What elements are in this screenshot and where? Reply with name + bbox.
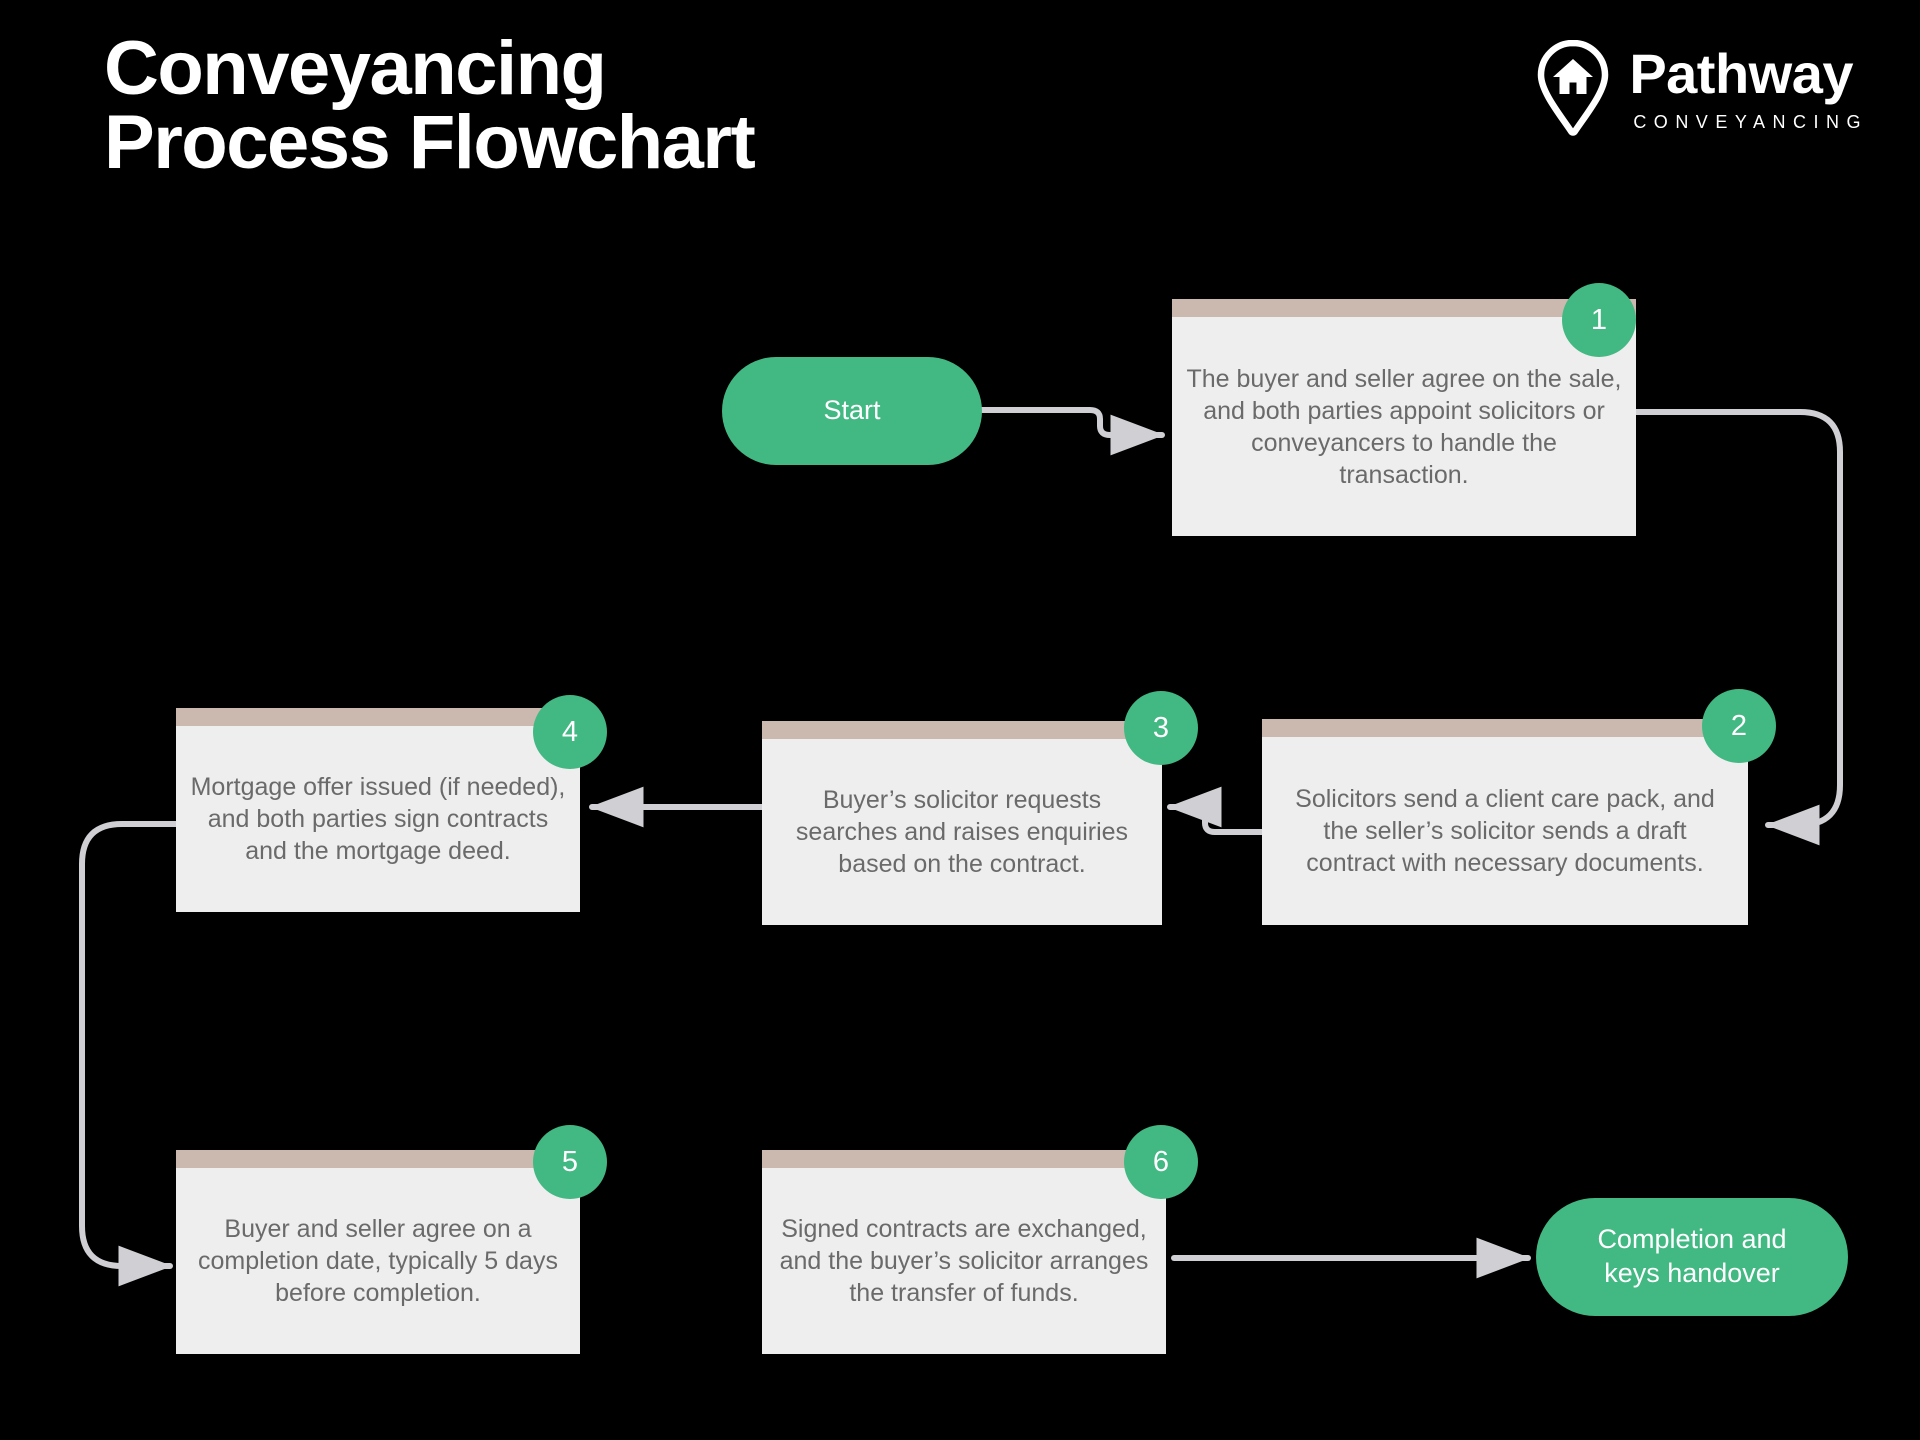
step-box-3[interactable]: Buyer’s solicitor requests searches and … bbox=[762, 721, 1162, 925]
step-box-4[interactable]: Mortgage offer issued (if needed), and b… bbox=[176, 708, 580, 912]
step-box-6[interactable]: Signed contracts are exchanged, and the … bbox=[762, 1150, 1166, 1354]
start-node-label: Start bbox=[823, 395, 881, 426]
step-box-3-accent-bar bbox=[762, 721, 1162, 739]
step-badge-2-number: 2 bbox=[1730, 709, 1748, 742]
end-node[interactable]: Completion and keys handover bbox=[1536, 1198, 1848, 1316]
step-badge-3: 3 bbox=[1124, 691, 1198, 765]
brand-name: Pathway bbox=[1629, 42, 1854, 105]
start-node[interactable]: Start bbox=[722, 357, 982, 465]
step-badge-1-number: 1 bbox=[1590, 303, 1608, 336]
step-badge-4-number: 4 bbox=[561, 715, 579, 748]
step-badge-3-number: 3 bbox=[1152, 711, 1170, 744]
brand-logo: Pathway CONVEYANCING bbox=[1535, 40, 1868, 136]
step-badge-5-number: 5 bbox=[561, 1145, 579, 1178]
step-box-6-text: Signed contracts are exchanged, and the … bbox=[779, 1215, 1149, 1307]
step-box-5-accent-bar bbox=[176, 1150, 580, 1168]
step-badge-4: 4 bbox=[533, 695, 607, 769]
step-box-6-accent-bar bbox=[762, 1150, 1166, 1168]
map-pin-house-icon bbox=[1538, 40, 1609, 136]
step-box-2-accent-bar bbox=[1262, 719, 1748, 737]
step-badge-2: 2 bbox=[1702, 689, 1776, 763]
page-title: Conveyancing Process Flowchart bbox=[104, 26, 756, 186]
step-badge-6-number: 6 bbox=[1152, 1145, 1170, 1178]
step-box-2-text: Solicitors send a client care pack, and … bbox=[1295, 785, 1715, 877]
connector-2-to-3 bbox=[1167, 786, 1265, 835]
step-box-3-text: Buyer’s solicitor requests searches and … bbox=[795, 786, 1129, 878]
brand-subtitle: CONVEYANCING bbox=[1633, 112, 1868, 132]
step-box-5-text: Buyer and seller agree on a completion d… bbox=[198, 1215, 558, 1307]
step-box-2[interactable]: Solicitors send a client care pack, and … bbox=[1262, 719, 1748, 925]
flowchart-canvas: Conveyancing Process Flowchart Pathway C… bbox=[0, 0, 1920, 1440]
connector-4-to-5 bbox=[79, 821, 183, 1287]
step-box-5[interactable]: Buyer and seller agree on a completion d… bbox=[176, 1150, 580, 1354]
step-box-1-text: The buyer and seller agree on the sale, … bbox=[1186, 364, 1622, 489]
step-badge-1: 1 bbox=[1562, 283, 1636, 357]
connector-start-to-1 bbox=[977, 407, 1165, 456]
step-box-4-text: Mortgage offer issued (if needed), and b… bbox=[190, 773, 566, 865]
step-box-4-accent-bar bbox=[176, 708, 580, 726]
step-badge-6: 6 bbox=[1124, 1125, 1198, 1199]
step-badge-5: 5 bbox=[533, 1125, 607, 1199]
brand-text: Pathway CONVEYANCING bbox=[1629, 40, 1868, 133]
end-node-label: Completion and keys handover bbox=[1597, 1224, 1787, 1288]
